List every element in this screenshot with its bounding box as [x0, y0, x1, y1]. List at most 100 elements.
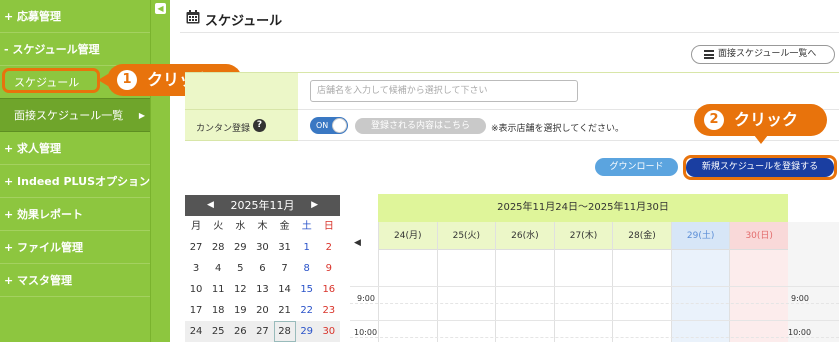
- callout-number: 2: [704, 110, 724, 130]
- registered-content-button[interactable]: 登録される内容はこちら: [355, 118, 486, 134]
- day-column[interactable]: 27(木): [553, 222, 613, 342]
- day-column[interactable]: 26(水): [495, 222, 554, 342]
- weekday-label: 月: [191, 221, 202, 232]
- week-row: 10 11 12 13 14 15 16: [185, 279, 340, 300]
- date-cell[interactable]: 27: [251, 321, 274, 342]
- date-cell[interactable]: 7: [274, 258, 296, 279]
- day-column[interactable]: 30(日): [729, 222, 788, 342]
- date-cell[interactable]: 16: [318, 279, 340, 300]
- mini-calendar-header: ◀ 2025年11月 ▶: [185, 195, 340, 216]
- nav-interview-schedule-list[interactable]: 面接スケジュール一覧 ▶: [0, 99, 150, 132]
- day-header: 25(火): [437, 222, 496, 250]
- date-cell[interactable]: 22: [296, 300, 318, 321]
- date-cell[interactable]: 28: [273, 321, 296, 342]
- day-column[interactable]: 25(火): [436, 222, 496, 342]
- date-cell[interactable]: 18: [207, 300, 229, 321]
- day-column[interactable]: 29(土): [670, 222, 730, 342]
- nav-master-management[interactable]: + マスタ管理: [0, 264, 150, 297]
- weekday-row: 月 火 水 木 金 土 日: [185, 216, 340, 237]
- toggle-knob: [332, 118, 347, 133]
- day-header: 26(水): [496, 222, 554, 250]
- date-cell[interactable]: 12: [229, 279, 251, 300]
- nav-indeed-plus[interactable]: + Indeed PLUSオプション: [0, 165, 150, 198]
- date-cell[interactable]: 10: [185, 279, 207, 300]
- date-cell[interactable]: 15: [296, 279, 318, 300]
- date-cell[interactable]: 26: [229, 321, 252, 342]
- nav-file-management[interactable]: + ファイル管理: [0, 231, 150, 264]
- day-header: 24(月): [379, 222, 437, 250]
- collapse-sidebar-icon[interactable]: ◀: [155, 3, 166, 14]
- date-cell[interactable]: 3: [185, 258, 207, 279]
- date-cell[interactable]: 23: [318, 300, 340, 321]
- easy-register-label: カンタン登録: [196, 124, 251, 134]
- nav-label: + ファイル管理: [4, 241, 84, 254]
- easy-register-toggle[interactable]: ON: [310, 117, 348, 134]
- weekday-label: 木: [257, 221, 268, 232]
- week-row: 3 4 5 6 7 8 9: [185, 258, 340, 279]
- prev-week-icon[interactable]: ◀: [354, 238, 361, 248]
- date-cell[interactable]: 30: [251, 237, 273, 258]
- weekday-label: 金: [279, 221, 290, 232]
- day-column[interactable]: 28(金): [612, 222, 671, 342]
- day-column[interactable]: 24(月): [378, 222, 437, 342]
- date-cell[interactable]: 9: [318, 258, 340, 279]
- date-cell[interactable]: 31: [274, 237, 296, 258]
- next-month-icon[interactable]: ▶: [311, 195, 318, 216]
- date-cell[interactable]: 19: [229, 300, 251, 321]
- date-cell[interactable]: 13: [251, 279, 273, 300]
- sidebar: + 応募管理 - スケジュール管理 スケジュール 面接スケジュール一覧 ▶ + …: [0, 0, 150, 342]
- sidebar-collapse-strip: [150, 0, 170, 342]
- date-cell[interactable]: 27: [185, 237, 207, 258]
- new-schedule-button[interactable]: 新規スケジュールを登録する: [686, 158, 834, 177]
- hour-line: [350, 286, 839, 287]
- date-cell[interactable]: 21: [274, 300, 296, 321]
- date-cell[interactable]: 11: [207, 279, 229, 300]
- nav-effect-report[interactable]: + 効果レポート: [0, 198, 150, 231]
- day-header: 30(日): [730, 222, 788, 250]
- nav-application-management[interactable]: + 応募管理: [0, 0, 150, 33]
- date-cell[interactable]: 30: [317, 321, 340, 342]
- help-icon[interactable]: ?: [253, 119, 266, 132]
- date-cell[interactable]: 2: [318, 237, 340, 258]
- nav-schedule-management[interactable]: - スケジュール管理: [0, 33, 150, 66]
- date-cell[interactable]: 20: [251, 300, 273, 321]
- week-time-gutter-right: [788, 222, 839, 342]
- mini-calendar-grid: 月 火 水 木 金 土 日 27 28 29 30 31 1 2 3 4 5 6…: [185, 216, 340, 342]
- date-cell[interactable]: 29: [229, 237, 251, 258]
- date-cell[interactable]: 29: [295, 321, 318, 342]
- week-row: 27 28 29 30 31 1 2: [185, 237, 340, 258]
- time-label-left: 9:00: [357, 294, 375, 303]
- download-button[interactable]: グウンロード: [595, 158, 678, 176]
- date-cell[interactable]: 14: [274, 279, 296, 300]
- date-cell[interactable]: 17: [185, 300, 207, 321]
- button-label: 面接スケジュール一覧へ: [718, 49, 817, 59]
- callout-text: クリック: [734, 110, 799, 129]
- prev-month-icon[interactable]: ◀: [207, 195, 214, 216]
- store-search-input[interactable]: 店舗名を入力して候補から選択して下さい: [310, 80, 578, 102]
- callout-number: 1: [117, 70, 137, 90]
- date-cell[interactable]: 4: [207, 258, 229, 279]
- nav-job-management[interactable]: + 求人管理: [0, 132, 150, 165]
- day-header: 27(木): [554, 222, 613, 250]
- date-cell[interactable]: 24: [185, 321, 208, 342]
- toggle-label: ON: [316, 121, 329, 130]
- date-cell[interactable]: 25: [207, 321, 230, 342]
- list-icon: [704, 50, 714, 59]
- date-cell[interactable]: 28: [207, 237, 229, 258]
- page-title: スケジュール: [205, 14, 283, 29]
- date-cell[interactable]: 1: [296, 237, 318, 258]
- time-label-right: 9:00: [791, 294, 809, 303]
- week-row: 17 18 19 20 21 22 23: [185, 300, 340, 321]
- callout-click-2: 2 クリック: [694, 104, 827, 144]
- week-row: 24 25 26 27 28 29 30: [185, 321, 340, 342]
- weekday-label: 土: [301, 221, 312, 232]
- half-hour-line: [350, 303, 839, 304]
- date-cell[interactable]: 5: [229, 258, 251, 279]
- time-label-right: 10:00: [788, 328, 812, 337]
- highlight-schedule-nav: [2, 68, 100, 93]
- date-cell[interactable]: 8: [296, 258, 318, 279]
- weekday-label: 水: [235, 221, 246, 232]
- half-hour-line: [350, 337, 839, 338]
- date-cell[interactable]: 6: [251, 258, 273, 279]
- interview-schedule-list-button[interactable]: 面接スケジュール一覧へ: [691, 45, 835, 64]
